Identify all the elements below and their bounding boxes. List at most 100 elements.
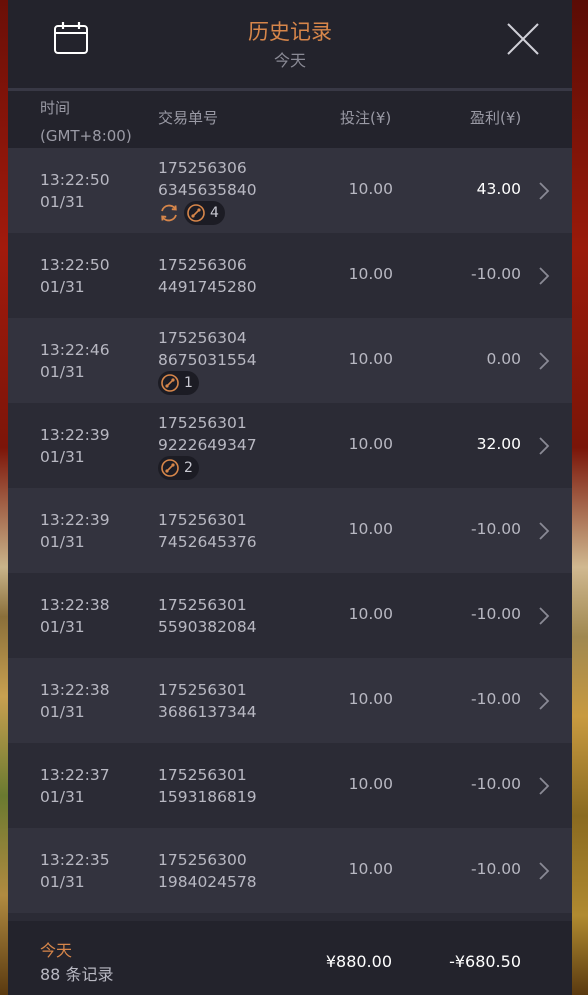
row-trade-id: 175256301 5590382084 [158,594,257,638]
free-spin-icon [160,373,180,393]
row-date-value: 01/31 [40,361,110,383]
date-filter-label: 今天 [8,47,572,71]
history-row[interactable]: 13:22:38 01/31 175256301 3686137344 10.0… [8,658,572,743]
chevron-right-icon[interactable] [538,776,550,796]
close-icon[interactable] [506,22,540,56]
trade-id-line1: 175256301 [158,594,257,616]
summary-footer: 今天 88 条记录 ¥880.00 -¥680.50 [8,921,572,995]
row-bet: 10.00 [349,350,393,368]
free-spin-badge: 1 [158,371,199,395]
column-bet: 投注(¥) [340,107,391,128]
trade-id-line2: 8675031554 [158,349,257,371]
row-time-value: 13:22:50 [40,254,110,276]
column-time-label: 时间 [40,94,132,122]
history-row[interactable]: 13:22:50 01/31 175256306 4491745280 10.0… [8,233,572,318]
summary-total-profit: -¥680.50 [449,952,521,971]
trade-id-line2: 7452645376 [158,531,257,553]
row-trade-id: 175256301 7452645376 [158,509,257,553]
chevron-right-icon[interactable] [538,861,550,881]
row-date-value: 01/31 [40,701,110,723]
free-spin-badge: 2 [158,456,199,480]
row-time-value: 13:22:38 [40,679,110,701]
trade-id-line2: 4491745280 [158,276,257,298]
row-bet: 10.00 [349,520,393,538]
free-spin-count: 4 [210,205,219,221]
row-time: 13:22:38 01/31 [40,679,110,723]
row-date-value: 01/31 [40,191,110,213]
row-profit: 43.00 [477,180,521,198]
feature-badges: 2 [158,456,199,480]
row-date-value: 01/31 [40,446,110,468]
row-time: 13:22:39 01/31 [40,509,110,553]
row-profit: -10.00 [471,775,521,793]
summary-record-count: 88 条记录 [40,961,113,985]
trade-id-line2: 6345635840 [158,179,257,201]
chevron-right-icon[interactable] [538,181,550,201]
trade-id-line1: 175256301 [158,764,257,786]
row-bet: 10.00 [349,775,393,793]
free-spin-icon [160,458,180,478]
row-time: 13:22:37 01/31 [40,764,110,808]
chevron-right-icon[interactable] [538,521,550,541]
chevron-right-icon[interactable] [538,351,550,371]
history-row[interactable]: 13:22:39 01/31 175256301 7452645376 10.0… [8,488,572,573]
column-time: 时间 (GMT+8:00) [40,94,132,150]
row-trade-id: 175256301 1593186819 [158,764,257,808]
row-time: 13:22:46 01/31 [40,339,110,383]
chevron-right-icon[interactable] [538,436,550,456]
row-bet: 10.00 [349,690,393,708]
row-time-value: 13:22:39 [40,424,110,446]
trade-id-line2: 5590382084 [158,616,257,638]
feature-badges: 4 [158,201,225,225]
free-spin-count: 1 [184,375,193,391]
row-time-value: 13:22:39 [40,509,110,531]
row-date-value: 01/31 [40,531,110,553]
trade-id-line1: 175256301 [158,509,257,531]
row-profit: -10.00 [471,265,521,283]
row-time-value: 13:22:38 [40,594,110,616]
trade-id-line2: 1593186819 [158,786,257,808]
row-time-value: 13:22:46 [40,339,110,361]
row-time: 13:22:50 01/31 [40,254,110,298]
free-spin-icon [186,203,206,223]
chevron-right-icon[interactable] [538,691,550,711]
history-row[interactable]: 13:22:35 01/31 175256300 1984024578 10.0… [8,828,572,913]
row-trade-id: 175256306 6345635840 [158,157,257,201]
history-row[interactable]: 13:22:39 01/31 175256301 9222649347 2 [8,403,572,488]
column-profit: 盈利(¥) [470,107,521,128]
row-date-value: 01/31 [40,276,110,298]
history-row[interactable]: 13:22:46 01/31 175256304 8675031554 1 [8,318,572,403]
trade-id-line1: 175256304 [158,327,257,349]
trade-id-line1: 175256300 [158,849,257,871]
row-date-value: 01/31 [40,786,110,808]
trade-id-line2: 9222649347 [158,434,257,456]
row-profit: -10.00 [471,860,521,878]
summary-total-bet: ¥880.00 [326,952,392,971]
column-trade-id: 交易单号 [158,107,218,128]
history-row[interactable]: 13:22:37 01/31 175256301 1593186819 10.0… [8,743,572,828]
row-trade-id: 175256304 8675031554 [158,327,257,371]
page-title: 历史记录 [8,16,572,46]
row-profit: -10.00 [471,605,521,623]
history-panel: 历史记录 今天 时间 (GMT+8:00) 交易单号 投注(¥) 盈利(¥) 1… [8,0,572,995]
row-time-value: 13:22:37 [40,764,110,786]
trade-id-line2: 3686137344 [158,701,257,723]
summary-period: 今天 [40,937,72,961]
row-trade-id: 175256300 1984024578 [158,849,257,893]
row-time: 13:22:38 01/31 [40,594,110,638]
history-header: 历史记录 今天 [8,0,572,88]
history-row[interactable]: 13:22:38 01/31 175256301 5590382084 10.0… [8,573,572,658]
trade-id-line1: 175256306 [158,157,257,179]
free-spin-count: 2 [184,460,193,476]
row-trade-id: 175256301 9222649347 [158,412,257,456]
chevron-right-icon[interactable] [538,266,550,286]
feature-badges: 1 [158,371,199,395]
history-row[interactable]: 13:22:50 01/31 175256306 6345635840 [8,148,572,233]
row-profit: 32.00 [477,435,521,453]
respin-icon [158,202,180,224]
row-time: 13:22:50 01/31 [40,169,110,213]
row-bet: 10.00 [349,180,393,198]
row-bet: 10.00 [349,435,393,453]
row-time: 13:22:35 01/31 [40,849,110,893]
chevron-right-icon[interactable] [538,606,550,626]
